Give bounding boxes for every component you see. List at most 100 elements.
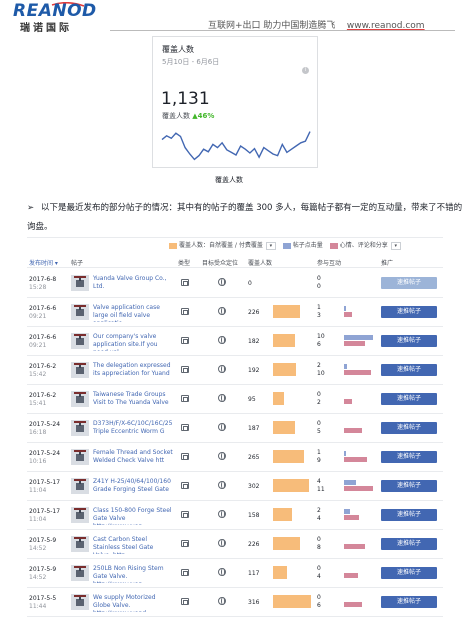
reach-bar — [273, 334, 295, 347]
post-message[interactable]: D373H/F/X-6C/10C/16C/25 Triple Eccentric… — [93, 420, 173, 438]
paragraph-text: 以下是最近发布的部分帖子的情况：其中有的帖子的覆盖 300 多人，每篇帖子都有一… — [27, 203, 463, 232]
logo-chinese-name: 瑞诺国际 — [20, 23, 72, 34]
boost-post-button[interactable]: 速推帖子 — [381, 480, 437, 492]
reactions-bar — [344, 399, 352, 404]
post-message[interactable]: Z41Y H-25/40/64/100/160 Grade Forging St… — [93, 478, 173, 496]
reach-value: 265 — [248, 454, 260, 461]
clicks-bar — [344, 480, 356, 485]
boost-post-button[interactable]: 速推帖子 — [381, 393, 437, 405]
post-time: 11:04 — [29, 487, 47, 494]
post-time: 14:52 — [29, 574, 47, 581]
table-row[interactable]: 2017-5-24 16:18 D373H/F/X-6C/10C/16C/25 Tr… — [27, 414, 443, 443]
boost-post-button[interactable]: 速推帖子 — [381, 538, 437, 550]
table-row[interactable]: 2017-5-9 14:52 250LB Non Rising Stem Gate … — [27, 559, 443, 588]
posts-table: 覆盖人数：自然覆盖 / 付费覆盖 ▾ 帖子点击量 心情、评论和分享 ▾ 发布时间 ▾… — [27, 237, 443, 617]
post-date-text: 2017-6-6 — [29, 334, 57, 341]
valve-thumbnail-icon[interactable] — [71, 362, 89, 378]
post-message[interactable]: Valve application case large oil field v… — [93, 304, 173, 322]
post-time: 14:52 — [29, 545, 47, 552]
post-message[interactable]: Yuanda Valve Group Co., Ltd. — [93, 275, 173, 293]
reactions-value: 8 — [317, 544, 321, 551]
table-row[interactable]: 2017-6-6 09:21 Our company's valve applica… — [27, 327, 443, 356]
post-date: 2017-6-6 09:21 — [29, 334, 56, 350]
post-message[interactable]: Female Thread and Socket Welded Check Va… — [93, 449, 173, 467]
reach-bar — [273, 305, 300, 318]
post-message[interactable]: Cast Carbon Steel Stainless Steel Gate V… — [93, 536, 173, 554]
boost-post-button[interactable]: 速推帖子 — [381, 451, 437, 463]
globe-icon — [218, 307, 226, 315]
post-message[interactable]: Our company's valve application site.If … — [93, 333, 173, 351]
table-row[interactable]: 2017-6-8 15:28 Yuanda Valve Group Co., Ltd… — [27, 269, 443, 298]
reach-bar — [273, 479, 309, 492]
card-title: 覆盖人数 — [162, 45, 194, 54]
boost-post-button[interactable]: 速推帖子 — [381, 422, 437, 434]
post-message[interactable]: We supply Motorized Globe Valve. http://… — [93, 594, 173, 612]
valve-thumbnail-icon[interactable] — [71, 391, 89, 407]
card-subline: 覆盖人数 ▲46% — [162, 111, 214, 121]
legend-reactions-label: 心情、评论和分享 — [339, 242, 388, 249]
table-row[interactable]: 2017-6-2 15:41 Taiwanese Trade Groups Visi… — [27, 385, 443, 414]
col-date-sort[interactable]: 发布时间 ▾ — [29, 258, 58, 267]
table-row[interactable]: 2017-5-5 11:44 We supply Motorized Globe V… — [27, 588, 443, 617]
engagement-values: 06 — [317, 594, 321, 610]
reactions-value: 9 — [317, 457, 321, 464]
reactions-value: 2 — [317, 399, 321, 406]
valve-thumbnail-icon[interactable] — [71, 594, 89, 610]
clicks-value: 0 — [317, 391, 321, 398]
legend-reactions-dropdown[interactable]: ▾ — [390, 241, 401, 250]
valve-thumbnail-icon[interactable] — [71, 478, 89, 494]
reactions-bar — [344, 544, 365, 549]
table-row[interactable]: 2017-5-17 11:04 Z41Y H-25/40/64/100/160 Gr… — [27, 472, 443, 501]
reach-value: 226 — [248, 541, 260, 548]
table-row[interactable]: 2017-6-2 15:42 The delegation expressed it… — [27, 356, 443, 385]
reactions-bar — [344, 515, 359, 520]
post-message[interactable]: 250LB Non Rising Stem Gate Valve. http:/… — [93, 565, 173, 583]
valve-thumbnail-icon[interactable] — [71, 449, 89, 465]
reach-value: 95 — [248, 396, 256, 403]
valve-thumbnail-icon[interactable] — [71, 536, 89, 552]
reactions-bar — [344, 602, 362, 607]
boost-post-button[interactable]: 速推帖子 — [381, 509, 437, 521]
card-date-range: 5月10日 - 6月6日 — [162, 58, 220, 66]
boost-post-button[interactable]: 速推帖子 — [381, 306, 437, 318]
clicks-value: 1 — [317, 449, 321, 456]
boost-post-button[interactable]: 速推帖子 — [381, 567, 437, 579]
table-row[interactable]: 2017-5-24 10:16 Female Thread and Socket W… — [27, 443, 443, 472]
reactions-value: 3 — [317, 312, 321, 319]
info-icon[interactable]: i — [302, 67, 309, 74]
reach-bar — [273, 537, 300, 550]
reactions-bar — [344, 457, 367, 462]
photo-type-icon — [181, 395, 189, 402]
table-row[interactable]: 2017-5-17 11:04 Class 150-800 Forge Steel … — [27, 501, 443, 530]
valve-thumbnail-icon[interactable] — [71, 304, 89, 320]
engagement-values: 04 — [317, 565, 321, 581]
valve-thumbnail-icon[interactable] — [71, 507, 89, 523]
clicks-bar — [344, 509, 350, 514]
boost-post-button[interactable]: 速推帖子 — [381, 277, 437, 289]
table-row[interactable]: 2017-5-9 14:52 Cast Carbon Steel Stainless… — [27, 530, 443, 559]
clicks-value: 0 — [317, 565, 321, 572]
post-date: 2017-6-2 15:42 — [29, 363, 56, 379]
legend-reach-swatch — [169, 242, 177, 249]
table-row[interactable]: 2017-6-6 09:21 Valve application case larg… — [27, 298, 443, 327]
reach-value: 0 — [248, 280, 252, 287]
boost-post-button[interactable]: 速推帖子 — [381, 335, 437, 347]
valve-thumbnail-icon[interactable] — [71, 420, 89, 436]
valve-thumbnail-icon[interactable] — [71, 565, 89, 581]
post-date: 2017-5-17 11:04 — [29, 479, 60, 495]
post-message[interactable]: Taiwanese Trade Groups Visit to The Yuan… — [93, 391, 173, 409]
boost-post-button[interactable]: 速推帖子 — [381, 596, 437, 608]
post-message[interactable]: The delegation expressed its appreciatio… — [93, 362, 173, 380]
clicks-value: 0 — [317, 536, 321, 543]
photo-type-icon — [181, 279, 189, 286]
post-message[interactable]: Class 150-800 Forge Steel Gate Valve htt… — [93, 507, 173, 525]
valve-thumbnail-icon[interactable] — [71, 275, 89, 291]
reach-bar — [273, 421, 296, 434]
post-date: 2017-5-17 11:04 — [29, 508, 60, 524]
reactions-value: 4 — [317, 573, 321, 580]
change-badge: ▲46% — [192, 112, 215, 120]
legend-reach-dropdown[interactable]: ▾ — [265, 241, 276, 250]
boost-post-button[interactable]: 速推帖子 — [381, 364, 437, 376]
valve-thumbnail-icon[interactable] — [71, 333, 89, 349]
reach-value: 117 — [248, 570, 260, 577]
